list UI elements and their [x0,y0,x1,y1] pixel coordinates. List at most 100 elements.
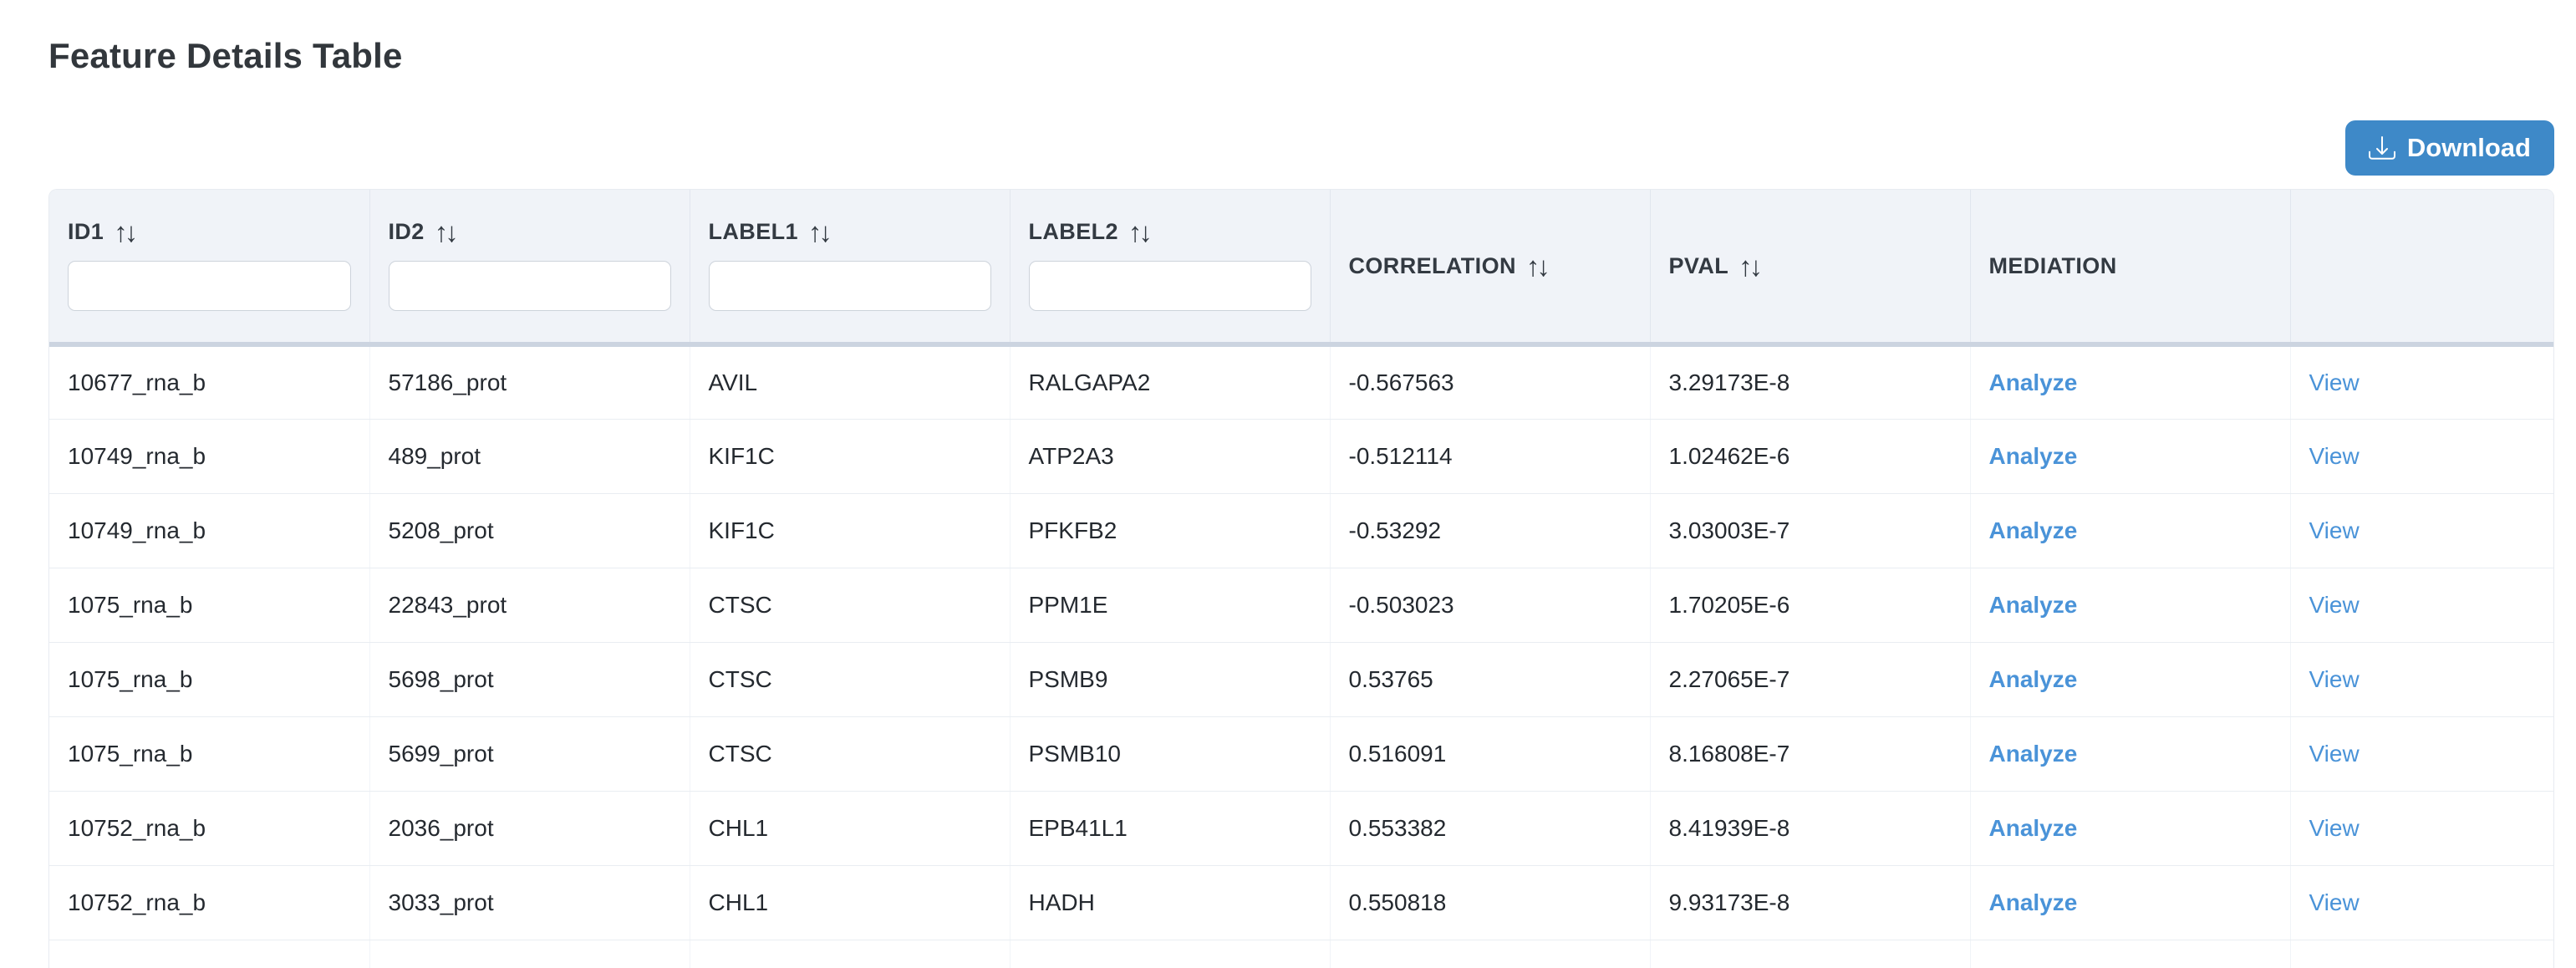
cell-label2: HADH [1010,865,1330,940]
cell-correlation: -0.567563 [1330,344,1650,419]
column-header-actions [2290,190,2553,344]
cell-label2: PFKFB2 [1010,493,1330,568]
cell-correlation: 0.550818 [1330,865,1650,940]
cell-correlation: -0.53292 [1330,493,1650,568]
cell-id2: 489_prot [369,419,690,493]
view-link[interactable]: View [2309,369,2360,395]
column-header-pval: PVAL ↑↓ [1650,190,1970,344]
cell-correlation: -0.512114 [1330,419,1650,493]
column-header-mediation: MEDIATION [1970,190,2290,344]
cell-id2: 22843_prot [369,568,690,642]
cell-correlation: -0.503023 [1330,568,1650,642]
cell-label2: PSMB9 [1010,642,1330,716]
column-label-label2: LABEL2 [1029,219,1118,245]
sort-icon-pval[interactable]: ↑↓ [1739,252,1759,280]
column-header-correlation: CORRELATION ↑↓ [1330,190,1650,344]
table-row: 1075_rna_b 5699_prot CTSC PSMB10 0.51609… [49,716,2553,791]
cell-view: View [2290,568,2553,642]
cell-correlation: 0.553382 [1330,791,1650,865]
column-label-pval: PVAL [1669,253,1729,279]
cell-correlation: 0.516091 [1330,716,1650,791]
cell-view: View [2290,716,2553,791]
analyze-link[interactable]: Analyze [1989,592,2078,618]
view-link[interactable]: View [2309,741,2360,767]
sort-icon-label1[interactable]: ↑↓ [808,218,829,246]
analyze-link[interactable]: Analyze [1989,815,2078,841]
cell-view: View [2290,791,2553,865]
filter-input-id1[interactable] [68,261,351,311]
column-header-id1: ID1 ↑↓ [49,190,369,344]
sort-icon-id2[interactable]: ↑↓ [435,218,456,246]
cell-pval: 3.29173E-8 [1650,344,1970,419]
cell-id1: 1075_rna_b [49,568,369,642]
view-link[interactable]: View [2309,889,2360,915]
cell-id1: 10752_rna_b [49,865,369,940]
cell-id1: 10749_rna_b [49,493,369,568]
column-label-id1: ID1 [68,219,104,245]
filter-input-label1[interactable] [709,261,991,311]
cell-view: View [2290,344,2553,419]
cell-label1: CTSC [690,642,1010,716]
cell-pval: 2.27065E-7 [1650,642,1970,716]
cell-label1: KIF1C [690,419,1010,493]
cell-mediation: Analyze [1970,642,2290,716]
cell-id1: 10677_rna_b [49,344,369,419]
column-label-correlation: CORRELATION [1349,253,1516,279]
analyze-link[interactable]: Analyze [1989,889,2078,915]
cell-label1: AVIL [690,344,1010,419]
cell-mediation: Analyze [1970,865,2290,940]
cell-id1: 10749_rna_b [49,419,369,493]
analyze-link[interactable]: Analyze [1989,517,2078,543]
column-label-label1: LABEL1 [709,219,798,245]
column-label-id2: ID2 [389,219,425,245]
table-header: ID1 ↑↓ ID2 ↑↓ LABEL1 [49,190,2553,344]
cell-id1: 1075_rna_b [49,642,369,716]
cell-id2: 3033_prot [369,865,690,940]
filter-input-label2[interactable] [1029,261,1311,311]
table-row: 1075_rna_b 22843_prot CTSC PPM1E -0.5030… [49,568,2553,642]
cell-mediation: Analyze [1970,493,2290,568]
cell-pval: 1.70205E-6 [1650,568,1970,642]
column-header-label2: LABEL2 ↑↓ [1010,190,1330,344]
cell-id2: 2036_prot [369,791,690,865]
cell-label1: CTSC [690,716,1010,791]
sort-icon-id1[interactable]: ↑↓ [114,218,135,246]
toolbar: Download [48,120,2554,176]
analyze-link[interactable]: Analyze [1989,443,2078,469]
cell-pval: 3.03003E-7 [1650,493,1970,568]
sort-icon-label2[interactable]: ↑↓ [1128,218,1149,246]
cell-view: View [2290,493,2553,568]
column-label-mediation: MEDIATION [1989,253,2117,279]
cell-pval: 8.41939E-8 [1650,791,1970,865]
analyze-link[interactable]: Analyze [1989,369,2078,395]
data-table: ID1 ↑↓ ID2 ↑↓ LABEL1 [49,190,2553,968]
download-button[interactable]: Download [2345,120,2554,176]
column-header-label1: LABEL1 ↑↓ [690,190,1010,344]
download-button-label: Download [2407,133,2531,163]
cell-id2: 5699_prot [369,716,690,791]
cell-mediation: Analyze [1970,568,2290,642]
page-title: Feature Details Table [48,35,2554,77]
cell-mediation: Analyze [1970,716,2290,791]
view-link[interactable]: View [2309,815,2360,841]
view-link[interactable]: View [2309,592,2360,618]
analyze-link[interactable]: Analyze [1989,666,2078,692]
cell-id1: 1075_rna_b [49,716,369,791]
cell-mediation: Analyze [1970,791,2290,865]
table-row: 1075_rna_b 5698_prot CTSC PSMB9 0.53765 … [49,642,2553,716]
cell-pval: 9.93173E-8 [1650,865,1970,940]
cell-view: View [2290,419,2553,493]
cell-label2: RALGAPA2 [1010,344,1330,419]
cell-mediation: Analyze [1970,419,2290,493]
cell-id1: 10752_rna_b [49,791,369,865]
view-link[interactable]: View [2309,517,2360,543]
filter-input-id2[interactable] [389,261,671,311]
view-link[interactable]: View [2309,666,2360,692]
sort-icon-correlation[interactable]: ↑↓ [1526,252,1547,280]
view-link[interactable]: View [2309,443,2360,469]
column-header-id2: ID2 ↑↓ [369,190,690,344]
feature-details-table: ID1 ↑↓ ID2 ↑↓ LABEL1 [48,189,2554,968]
analyze-link[interactable]: Analyze [1989,741,2078,767]
download-icon [2369,135,2395,161]
cell-label2: EPB41L1 [1010,791,1330,865]
